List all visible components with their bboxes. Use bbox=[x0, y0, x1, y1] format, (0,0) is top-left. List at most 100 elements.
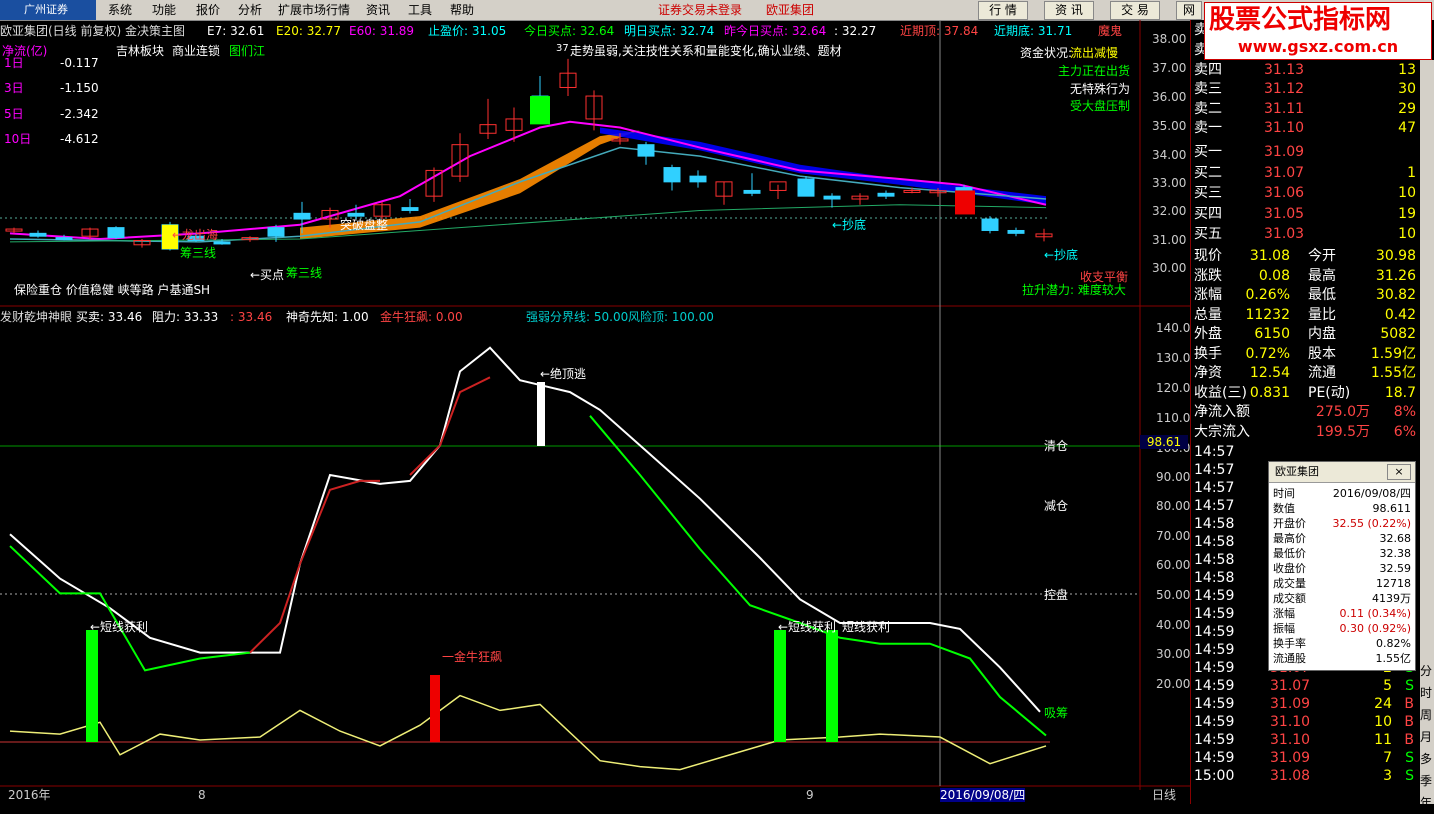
tab-quotes[interactable]: 行 情 bbox=[978, 1, 1028, 20]
sector-tag-3[interactable]: 图们江 bbox=[229, 44, 265, 58]
sub-label-bull: 一金牛狂飙 bbox=[442, 650, 503, 664]
tool-shi[interactable]: 时 bbox=[1420, 682, 1434, 704]
menu-item-analysis[interactable]: 分析 bbox=[238, 0, 262, 20]
tab-news[interactable]: 资 讯 bbox=[1044, 1, 1094, 20]
tick-row: 14:59 31.09 24 B bbox=[1190, 694, 1420, 714]
tool-fen[interactable]: 分 bbox=[1420, 660, 1434, 682]
quote-value: 30.82 bbox=[1375, 287, 1416, 303]
candle-body bbox=[637, 144, 655, 157]
menu-item-extended[interactable]: 扩展市场行情 bbox=[278, 0, 350, 20]
fund-status-2: 主力正在出货 bbox=[1058, 64, 1131, 78]
quote-value: 31.08 bbox=[1249, 248, 1290, 264]
sub-current-value: 98.61 bbox=[1140, 435, 1188, 449]
quote-row-buy: 买四 31.05 19 bbox=[1190, 204, 1420, 224]
menu-item-tools[interactable]: 工具 bbox=[408, 0, 432, 20]
popup-value: 0.30 (0.92%) bbox=[1339, 622, 1411, 635]
ytick-38: 38.00 bbox=[1152, 32, 1187, 46]
quote-value: 31.26 bbox=[1375, 267, 1416, 284]
sub-white-line bbox=[9, 346, 1041, 713]
quote-volume: 13 bbox=[1398, 61, 1416, 78]
ytick-31: 31.00 bbox=[1152, 233, 1187, 247]
quote-row-sell: 卖二 31.11 29 bbox=[1190, 99, 1420, 119]
quote-label: 卖二 bbox=[1194, 100, 1222, 117]
popup-row: 时间 2016/09/08/四 bbox=[1269, 486, 1415, 501]
candle-body bbox=[663, 167, 681, 183]
tick-direction: B bbox=[1404, 732, 1414, 748]
sub-red-line bbox=[249, 479, 380, 654]
sub-red-line bbox=[409, 376, 491, 476]
chart-canvas[interactable] bbox=[0, 20, 1190, 804]
netflow-label-5d: 5日 bbox=[4, 107, 24, 121]
quote-row-stat: 净资 12.54 流通 1.55亿 bbox=[1190, 363, 1420, 383]
popup-title: 欧亚集团 bbox=[1275, 465, 1319, 478]
close-icon[interactable]: × bbox=[1387, 464, 1411, 480]
period-selector[interactable]: 日线 bbox=[1152, 788, 1176, 802]
quote-volume: 1 bbox=[1407, 164, 1416, 181]
tool-nian[interactable]: 年 bbox=[1420, 792, 1434, 814]
tool-yue[interactable]: 月 bbox=[1420, 726, 1434, 748]
tool-ji[interactable]: 季 bbox=[1420, 770, 1434, 792]
popup-key: 收盘价 bbox=[1273, 562, 1306, 575]
quote-volume: 30 bbox=[1398, 81, 1416, 97]
watermark-brand: 股票公式指标网 www.gsxz.com.cn bbox=[1204, 2, 1432, 60]
anno-tags: 保险重仓 价值稳健 峡等路 户基通SH bbox=[14, 283, 211, 297]
menu-item-system[interactable]: 系统 bbox=[108, 0, 132, 20]
menu-item-news[interactable]: 资讯 bbox=[366, 0, 390, 20]
tick-row: 14:59 31.09 7 S bbox=[1190, 748, 1420, 768]
tick-time: 14:58 bbox=[1194, 570, 1235, 586]
sub-legend-buysell: 买卖: 33.46 bbox=[76, 310, 143, 324]
ytick-34: 34.00 bbox=[1152, 148, 1187, 162]
candle-body bbox=[981, 218, 999, 231]
quote-label: 换手 bbox=[1194, 345, 1222, 362]
quote-label: 最低 bbox=[1308, 287, 1336, 303]
quote-value: 11232 bbox=[1245, 306, 1290, 323]
tick-time: 14:59 bbox=[1194, 660, 1235, 676]
popup-key: 成交额 bbox=[1273, 592, 1306, 605]
quote-value: 30.98 bbox=[1375, 248, 1416, 264]
quote-row-buy: 买三 31.06 10 bbox=[1190, 183, 1420, 203]
tick-direction: S bbox=[1405, 768, 1414, 784]
signal-bar-green bbox=[826, 630, 838, 742]
quote-row-stat: 涨幅 0.26% 最低 30.82 bbox=[1190, 285, 1420, 305]
quote-label: PE(动) bbox=[1308, 384, 1351, 401]
tick-time: 14:59 bbox=[1194, 750, 1235, 766]
tick-volume: 7 bbox=[1383, 750, 1392, 766]
tool-duo[interactable]: 多 bbox=[1420, 748, 1434, 770]
quote-label: 卖一 bbox=[1194, 120, 1222, 136]
trade-login-notice[interactable]: 证券交易未登录 bbox=[658, 0, 742, 20]
flow-label: 大宗流入 bbox=[1194, 423, 1250, 440]
candle-body bbox=[797, 178, 815, 197]
anno-buy-point: ←买点 bbox=[250, 268, 285, 282]
netflow-value-5d: -2.342 bbox=[60, 107, 99, 121]
menu-item-quote[interactable]: 报价 bbox=[196, 0, 220, 20]
fund-status-3: 无特殊行为 bbox=[1070, 82, 1131, 96]
tab-web[interactable]: 网 bbox=[1176, 1, 1202, 20]
sector-tag-1[interactable]: 吉林板块 bbox=[116, 44, 164, 58]
anno-chip-line: 筹三线 bbox=[286, 266, 323, 280]
netflow-label-1d: 1日 bbox=[4, 56, 24, 70]
popup-key: 流通股 bbox=[1273, 652, 1306, 665]
popup-value: 32.55 (0.22%) bbox=[1332, 517, 1411, 530]
menu-item-help[interactable]: 帮助 bbox=[450, 0, 474, 20]
popup-key: 最高价 bbox=[1273, 532, 1306, 545]
popup-row: 成交额 4139万 bbox=[1269, 591, 1415, 606]
candle-body bbox=[823, 195, 841, 200]
tick-volume: 5 bbox=[1383, 678, 1392, 694]
sub-label-profit-3: 短线获利 bbox=[842, 620, 891, 634]
tick-row: 14:59 31.07 5 S bbox=[1190, 676, 1420, 696]
sub-indicator-lines bbox=[9, 346, 1047, 771]
tab-trade[interactable]: 交 易 bbox=[1110, 1, 1160, 20]
sector-tag-2[interactable]: 商业连锁 bbox=[172, 44, 220, 58]
quote-label: 总量 bbox=[1194, 306, 1222, 323]
popup-row: 收盘价 32.59 bbox=[1269, 561, 1415, 576]
tool-zhou[interactable]: 周 bbox=[1420, 704, 1434, 726]
popup-key: 数值 bbox=[1273, 502, 1295, 515]
anno-balance: 收支平衡 bbox=[1080, 270, 1129, 284]
candle-body bbox=[293, 212, 311, 220]
tick-price: 31.09 bbox=[1270, 696, 1311, 712]
quote-price: 31.03 bbox=[1264, 226, 1305, 242]
legend-e7: E7: 32.61 bbox=[207, 24, 265, 38]
menu-item-function[interactable]: 功能 bbox=[152, 0, 176, 20]
brand-url: www.gsxz.com.cn bbox=[1237, 37, 1399, 56]
quote-price: 31.13 bbox=[1264, 61, 1305, 78]
